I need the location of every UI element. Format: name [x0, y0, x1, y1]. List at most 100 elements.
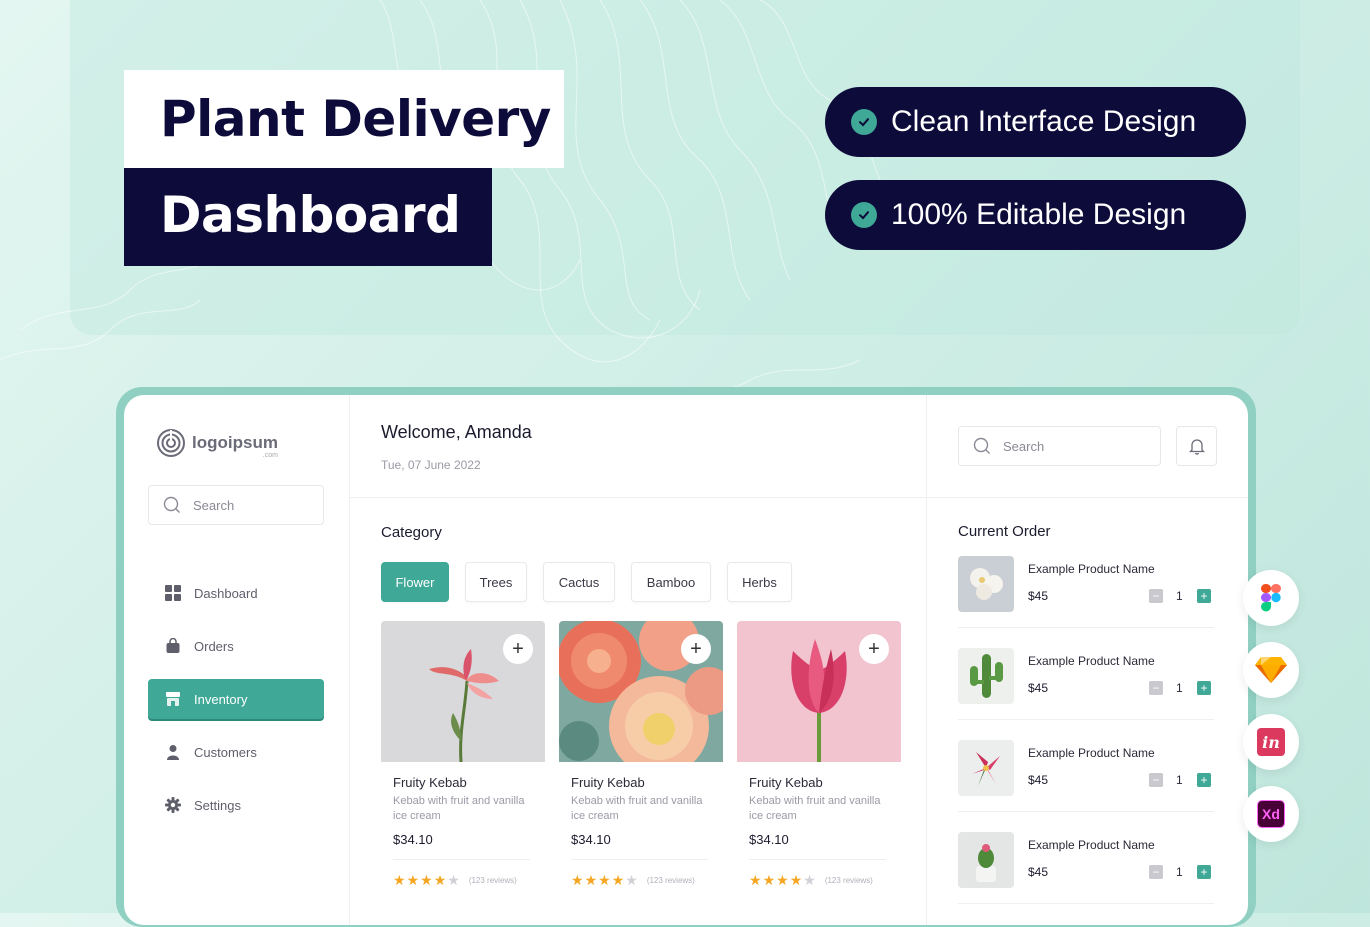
- star-icon: ★: [393, 872, 406, 888]
- check-icon: [851, 109, 877, 135]
- main-content: Welcome, Amanda Tue, 07 June 2022 Catego…: [350, 395, 926, 925]
- category-chip-trees[interactable]: Trees: [465, 562, 527, 602]
- product-desc: Kebab with fruit and vanilla ice cream: [749, 795, 881, 822]
- divider: [958, 719, 1214, 720]
- star-icon: ★: [803, 872, 816, 888]
- add-to-cart-button[interactable]: +: [681, 634, 711, 664]
- add-to-cart-button[interactable]: +: [503, 634, 533, 664]
- bell-icon: [1188, 439, 1205, 455]
- increase-qty-button[interactable]: +: [1197, 589, 1211, 603]
- category-chip-herbs[interactable]: Herbs: [727, 562, 792, 602]
- notification-button[interactable]: [1176, 426, 1217, 466]
- order-item-thumbnail: [958, 648, 1014, 704]
- search-placeholder: Search: [1003, 438, 1045, 454]
- logo-icon: [157, 429, 185, 457]
- promo-title-line2: Dashboard: [124, 168, 492, 266]
- decrease-qty-button[interactable]: −: [1149, 865, 1163, 879]
- star-icon: ★: [420, 872, 433, 888]
- sidebar-item-orders[interactable]: Orders: [148, 626, 324, 666]
- product-image: +: [381, 621, 545, 762]
- divider: [393, 859, 530, 860]
- order-item-qty: 1: [1176, 589, 1183, 603]
- logo-sub: .com: [262, 452, 278, 459]
- product-card[interactable]: + Fruity Kebab Kebab with fruit and vani…: [559, 621, 723, 911]
- xd-icon: Xd: [1243, 786, 1299, 842]
- store-icon: [164, 690, 182, 708]
- product-price: $34.10: [571, 832, 611, 847]
- order-item: Example Product Name $45 − 1 +: [958, 740, 1214, 820]
- order-item-name: Example Product Name: [1028, 562, 1155, 576]
- sketch-icon: [1243, 642, 1299, 698]
- product-name: Fruity Kebab: [749, 775, 823, 790]
- decrease-qty-button[interactable]: −: [1149, 773, 1163, 787]
- logo[interactable]: logoipsum .com: [156, 428, 278, 459]
- xd-label: Xd: [1257, 800, 1285, 828]
- star-icon: ★: [571, 872, 584, 888]
- sidebar-item-settings[interactable]: Settings: [148, 785, 324, 825]
- category-chip-flower[interactable]: Flower: [381, 562, 449, 602]
- user-icon: [164, 743, 182, 761]
- divider: [958, 903, 1214, 904]
- order-item-name: Example Product Name: [1028, 746, 1155, 760]
- dashboard-app: logoipsum .com Search Dashboard Orders In…: [124, 395, 1248, 925]
- invision-label: in: [1257, 728, 1285, 756]
- order-item-price: $45: [1028, 589, 1049, 603]
- invision-icon: in: [1243, 714, 1299, 770]
- sidebar: logoipsum .com Search Dashboard Orders In…: [124, 395, 350, 925]
- sidebar-search-input[interactable]: Search: [148, 485, 324, 525]
- product-desc: Kebab with fruit and vanilla ice cream: [393, 795, 525, 822]
- product-image: +: [559, 621, 723, 762]
- increase-qty-button[interactable]: +: [1197, 865, 1211, 879]
- increase-qty-button[interactable]: +: [1197, 773, 1211, 787]
- sidebar-item-inventory[interactable]: Inventory: [148, 679, 324, 719]
- product-desc: Kebab with fruit and vanilla ice cream: [571, 795, 703, 822]
- category-chip-bamboo[interactable]: Bamboo: [631, 562, 711, 602]
- order-item-qty: 1: [1176, 865, 1183, 879]
- order-item: Example Product Name $45 − 1 +: [958, 556, 1214, 636]
- sidebar-item-label: Customers: [194, 744, 257, 760]
- category-chip-cactus[interactable]: Cactus: [543, 562, 615, 602]
- sidebar-item-dashboard[interactable]: Dashboard: [148, 573, 324, 613]
- star-icon: ★: [776, 872, 789, 888]
- order-item-price: $45: [1028, 681, 1049, 695]
- search-input[interactable]: Search: [958, 426, 1161, 466]
- star-icon: ★: [598, 872, 611, 888]
- add-to-cart-button[interactable]: +: [859, 634, 889, 664]
- order-panel-header: Search: [927, 395, 1248, 498]
- decrease-qty-button[interactable]: −: [1149, 589, 1163, 603]
- sidebar-item-customers[interactable]: Customers: [148, 732, 324, 772]
- star-icon: ★: [789, 872, 803, 888]
- decrease-qty-button[interactable]: −: [1149, 681, 1163, 695]
- order-item: Example Product Name $45 − 1 +: [958, 648, 1214, 728]
- order-item-thumbnail: [958, 740, 1014, 796]
- search-placeholder: Search: [193, 497, 235, 513]
- order-item-qty: 1: [1176, 773, 1183, 787]
- product-price: $34.10: [749, 832, 789, 847]
- promo-title-line1: Plant Delivery: [124, 70, 564, 168]
- order-item-thumbnail: [958, 556, 1014, 612]
- star-icon: ★: [447, 872, 460, 888]
- divider: [571, 859, 708, 860]
- feature-pill-clean: Clean Interface Design: [825, 87, 1246, 157]
- feature-label: Clean Interface Design: [891, 105, 1197, 138]
- rating-stars: ★ ★ ★ ★ ★ (123 reviews): [571, 872, 695, 889]
- product-name: Fruity Kebab: [393, 775, 467, 790]
- feature-pill-editable: 100% Editable Design: [825, 180, 1246, 250]
- feature-label: 100% Editable Design: [891, 198, 1187, 231]
- star-icon: ★: [406, 872, 420, 888]
- star-icon: ★: [584, 872, 598, 888]
- order-item: Example Product Name $45 − 1 +: [958, 832, 1214, 912]
- sidebar-item-label: Orders: [194, 638, 234, 654]
- increase-qty-button[interactable]: +: [1197, 681, 1211, 695]
- star-icon: ★: [749, 872, 762, 888]
- divider: [958, 627, 1214, 628]
- current-order-title: Current Order: [958, 523, 1051, 540]
- star-icon: ★: [762, 872, 776, 888]
- product-card[interactable]: + Fruity Kebab Kebab with fruit and vani…: [737, 621, 901, 911]
- review-count: (123 reviews): [824, 876, 873, 885]
- rating-stars: ★ ★ ★ ★ ★ (123 reviews): [393, 872, 517, 889]
- main-header: Welcome, Amanda Tue, 07 June 2022: [350, 395, 926, 498]
- order-panel: Search Current Order Example Product Nam…: [926, 395, 1248, 925]
- order-item-name: Example Product Name: [1028, 654, 1155, 668]
- product-card[interactable]: + Fruity Kebab Kebab with fruit and vani…: [381, 621, 545, 911]
